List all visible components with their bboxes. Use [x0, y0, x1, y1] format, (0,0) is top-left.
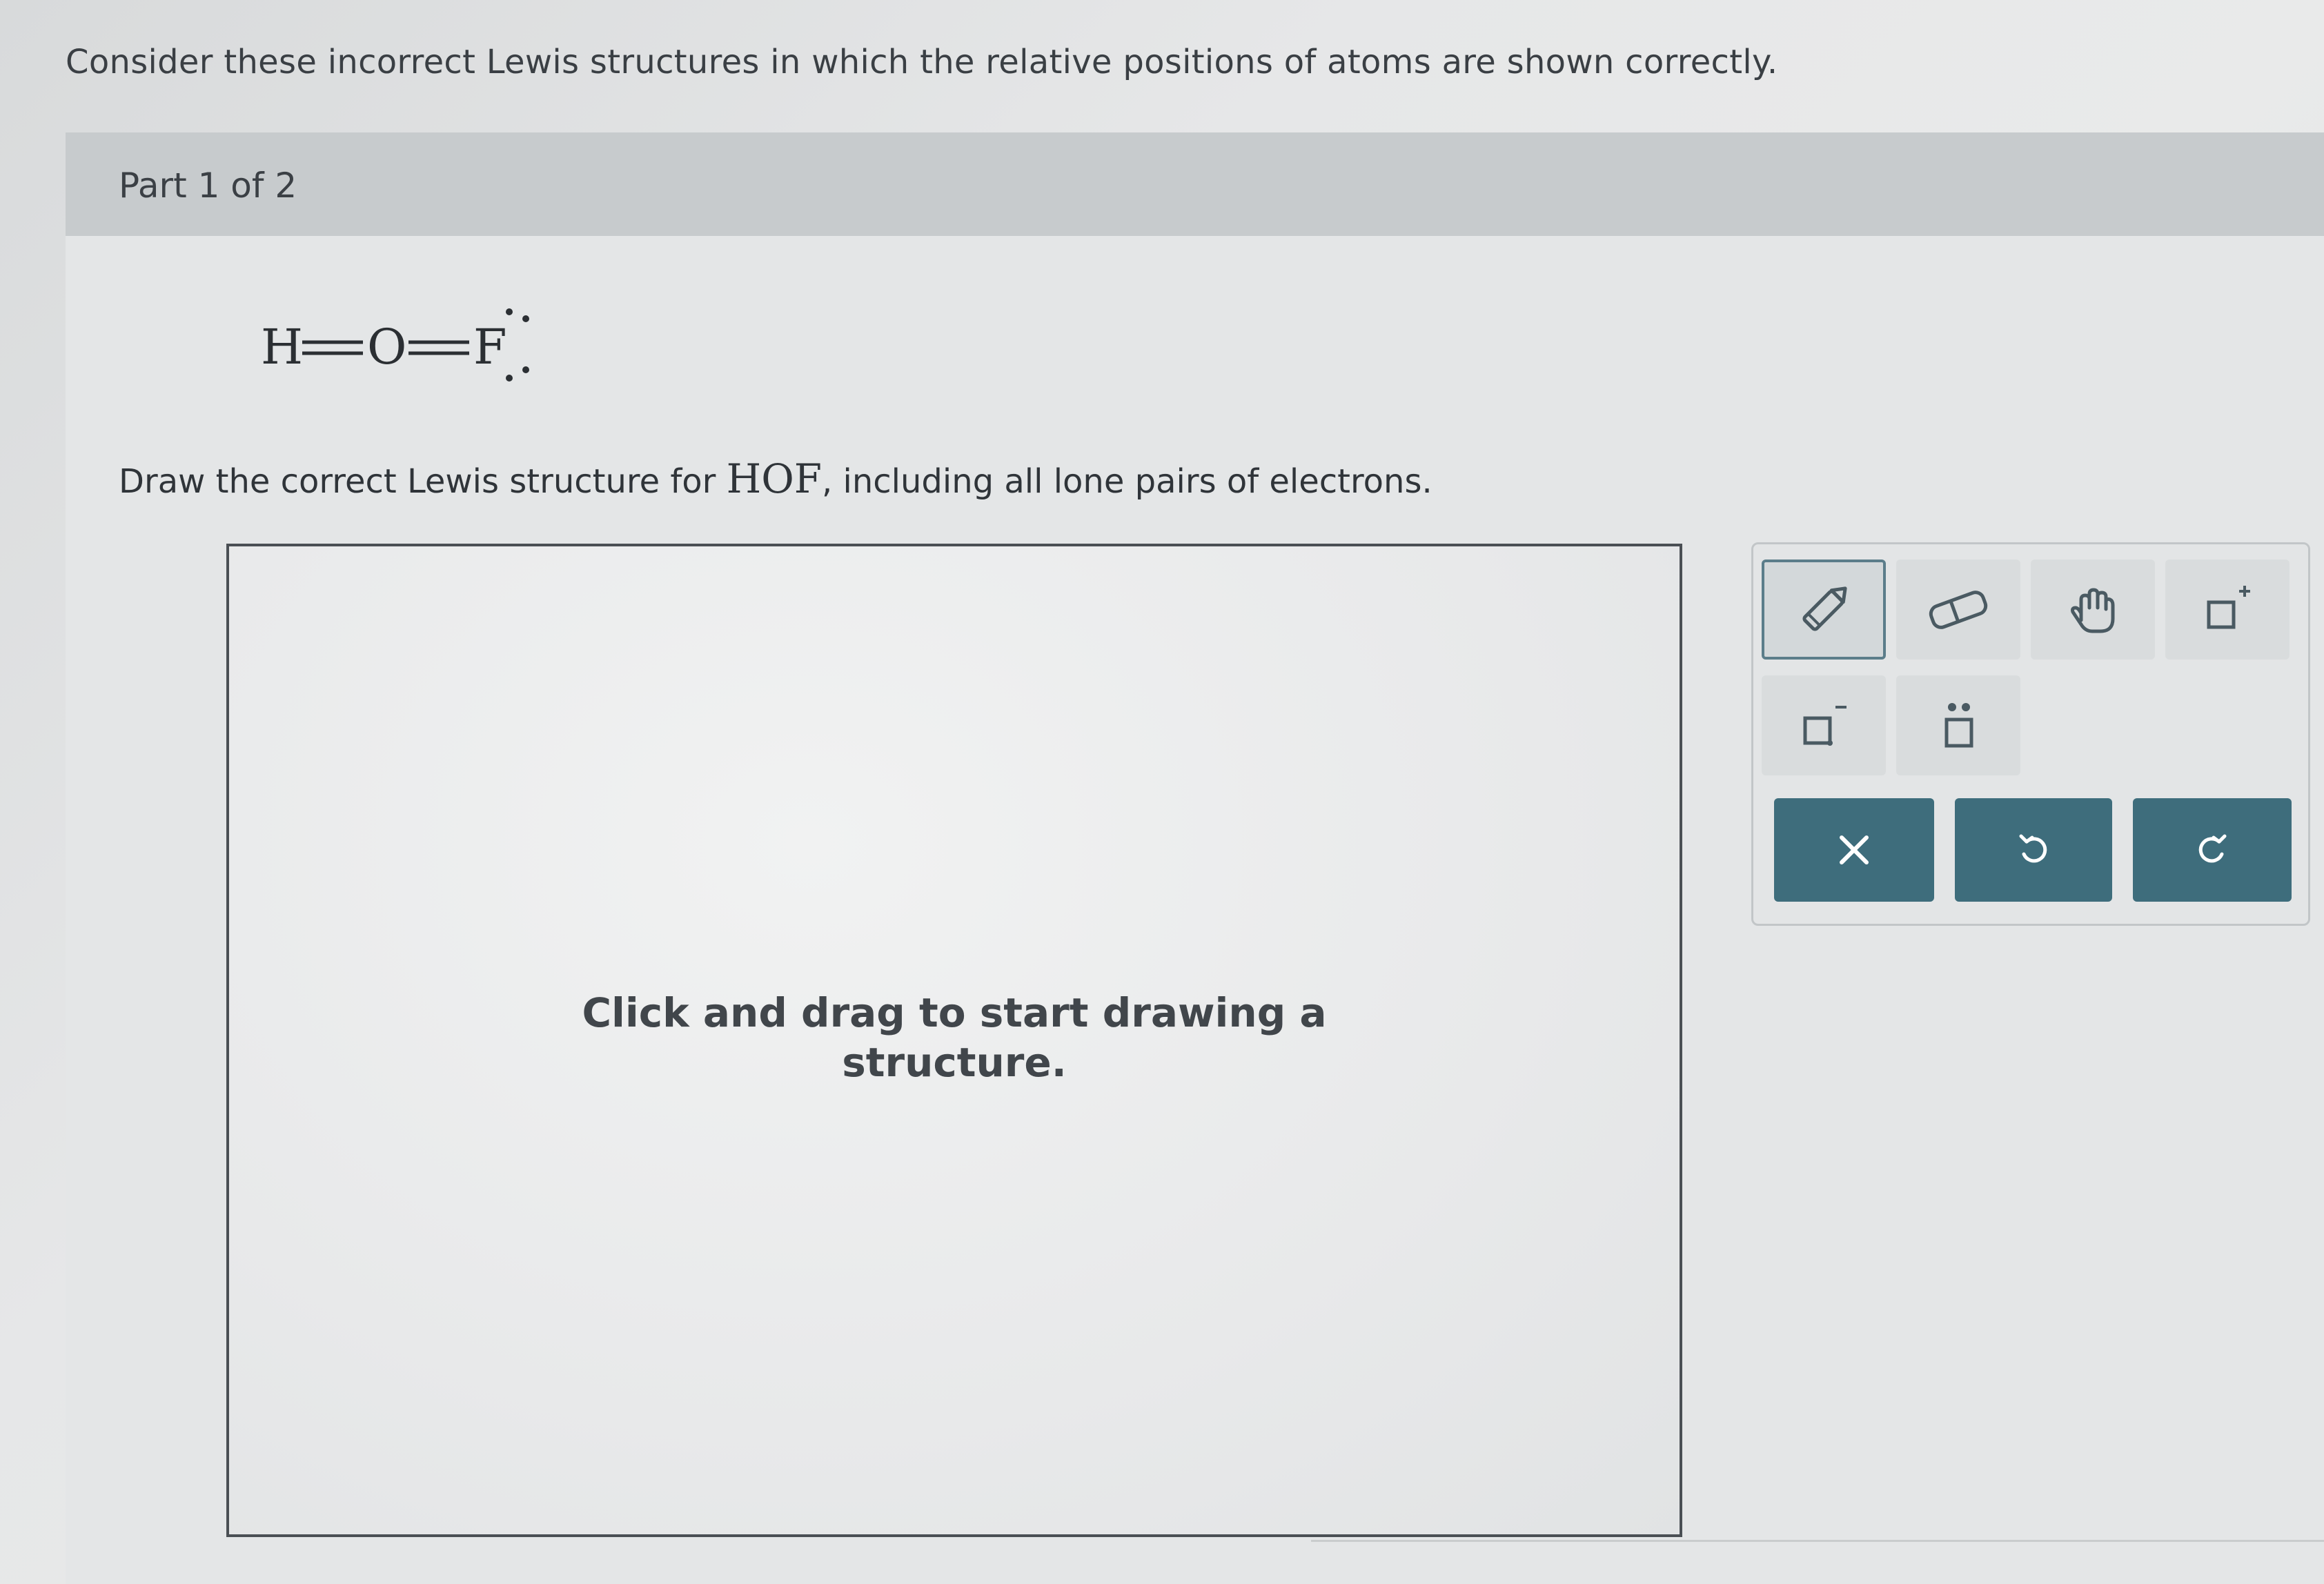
lone-pair-dot [506, 308, 513, 315]
negative-charge-icon [1803, 705, 1847, 746]
negative-charge-tool-button[interactable] [1762, 675, 1886, 775]
undo-button[interactable] [1955, 798, 2112, 902]
clear-icon [1840, 835, 1869, 864]
part-label: Part 1 of 2 [119, 166, 297, 206]
atom-o: O [367, 319, 406, 375]
instruction-before: Draw the correct Lewis structure for [119, 462, 727, 501]
clear-button[interactable] [1774, 798, 1934, 902]
redo-icon [2198, 834, 2227, 863]
canvas-hint-line2: structure. [842, 1039, 1067, 1086]
canvas-hint: Click and drag to start drawing a struct… [229, 988, 1680, 1087]
instruction-text: Draw the correct Lewis structure for HOF… [119, 455, 1432, 502]
lone-pair-dot [522, 366, 529, 373]
lone-pair-tool-button[interactable] [1896, 675, 2020, 775]
instruction-formula: HOF [726, 455, 822, 502]
lone-pair-dot [506, 375, 513, 382]
incorrect-lewis-structure: H O F [261, 304, 551, 400]
undo-icon [2019, 834, 2047, 863]
pencil-icon [1802, 586, 1847, 631]
hand-tool-button[interactable] [2031, 560, 2155, 660]
part-header: Part 1 of 2 [66, 132, 2324, 236]
instruction-after: , including all lone pairs of electrons. [822, 462, 1432, 501]
atom-f: F [473, 319, 507, 375]
redo-button[interactable] [2133, 798, 2292, 902]
drawing-canvas[interactable]: Click and drag to start drawing a struct… [226, 544, 1682, 1537]
question-intro: Consider these incorrect Lewis structure… [66, 43, 1778, 81]
lone-pair-dot [522, 315, 529, 322]
positive-charge-tool-button[interactable] [2165, 560, 2289, 660]
positive-charge-icon [2207, 585, 2250, 628]
lone-pair-icon [1944, 702, 1973, 747]
pencil-tool-button[interactable] [1762, 560, 1886, 660]
eraser-tool-button[interactable] [1896, 560, 2020, 660]
divider-line [1311, 1540, 2324, 1542]
hand-icon [2071, 588, 2115, 633]
atom-h: H [261, 319, 303, 375]
canvas-hint-line1: Click and drag to start drawing a [582, 989, 1327, 1036]
eraser-icon [1929, 590, 1988, 629]
drawing-toolbar [1751, 542, 2310, 926]
